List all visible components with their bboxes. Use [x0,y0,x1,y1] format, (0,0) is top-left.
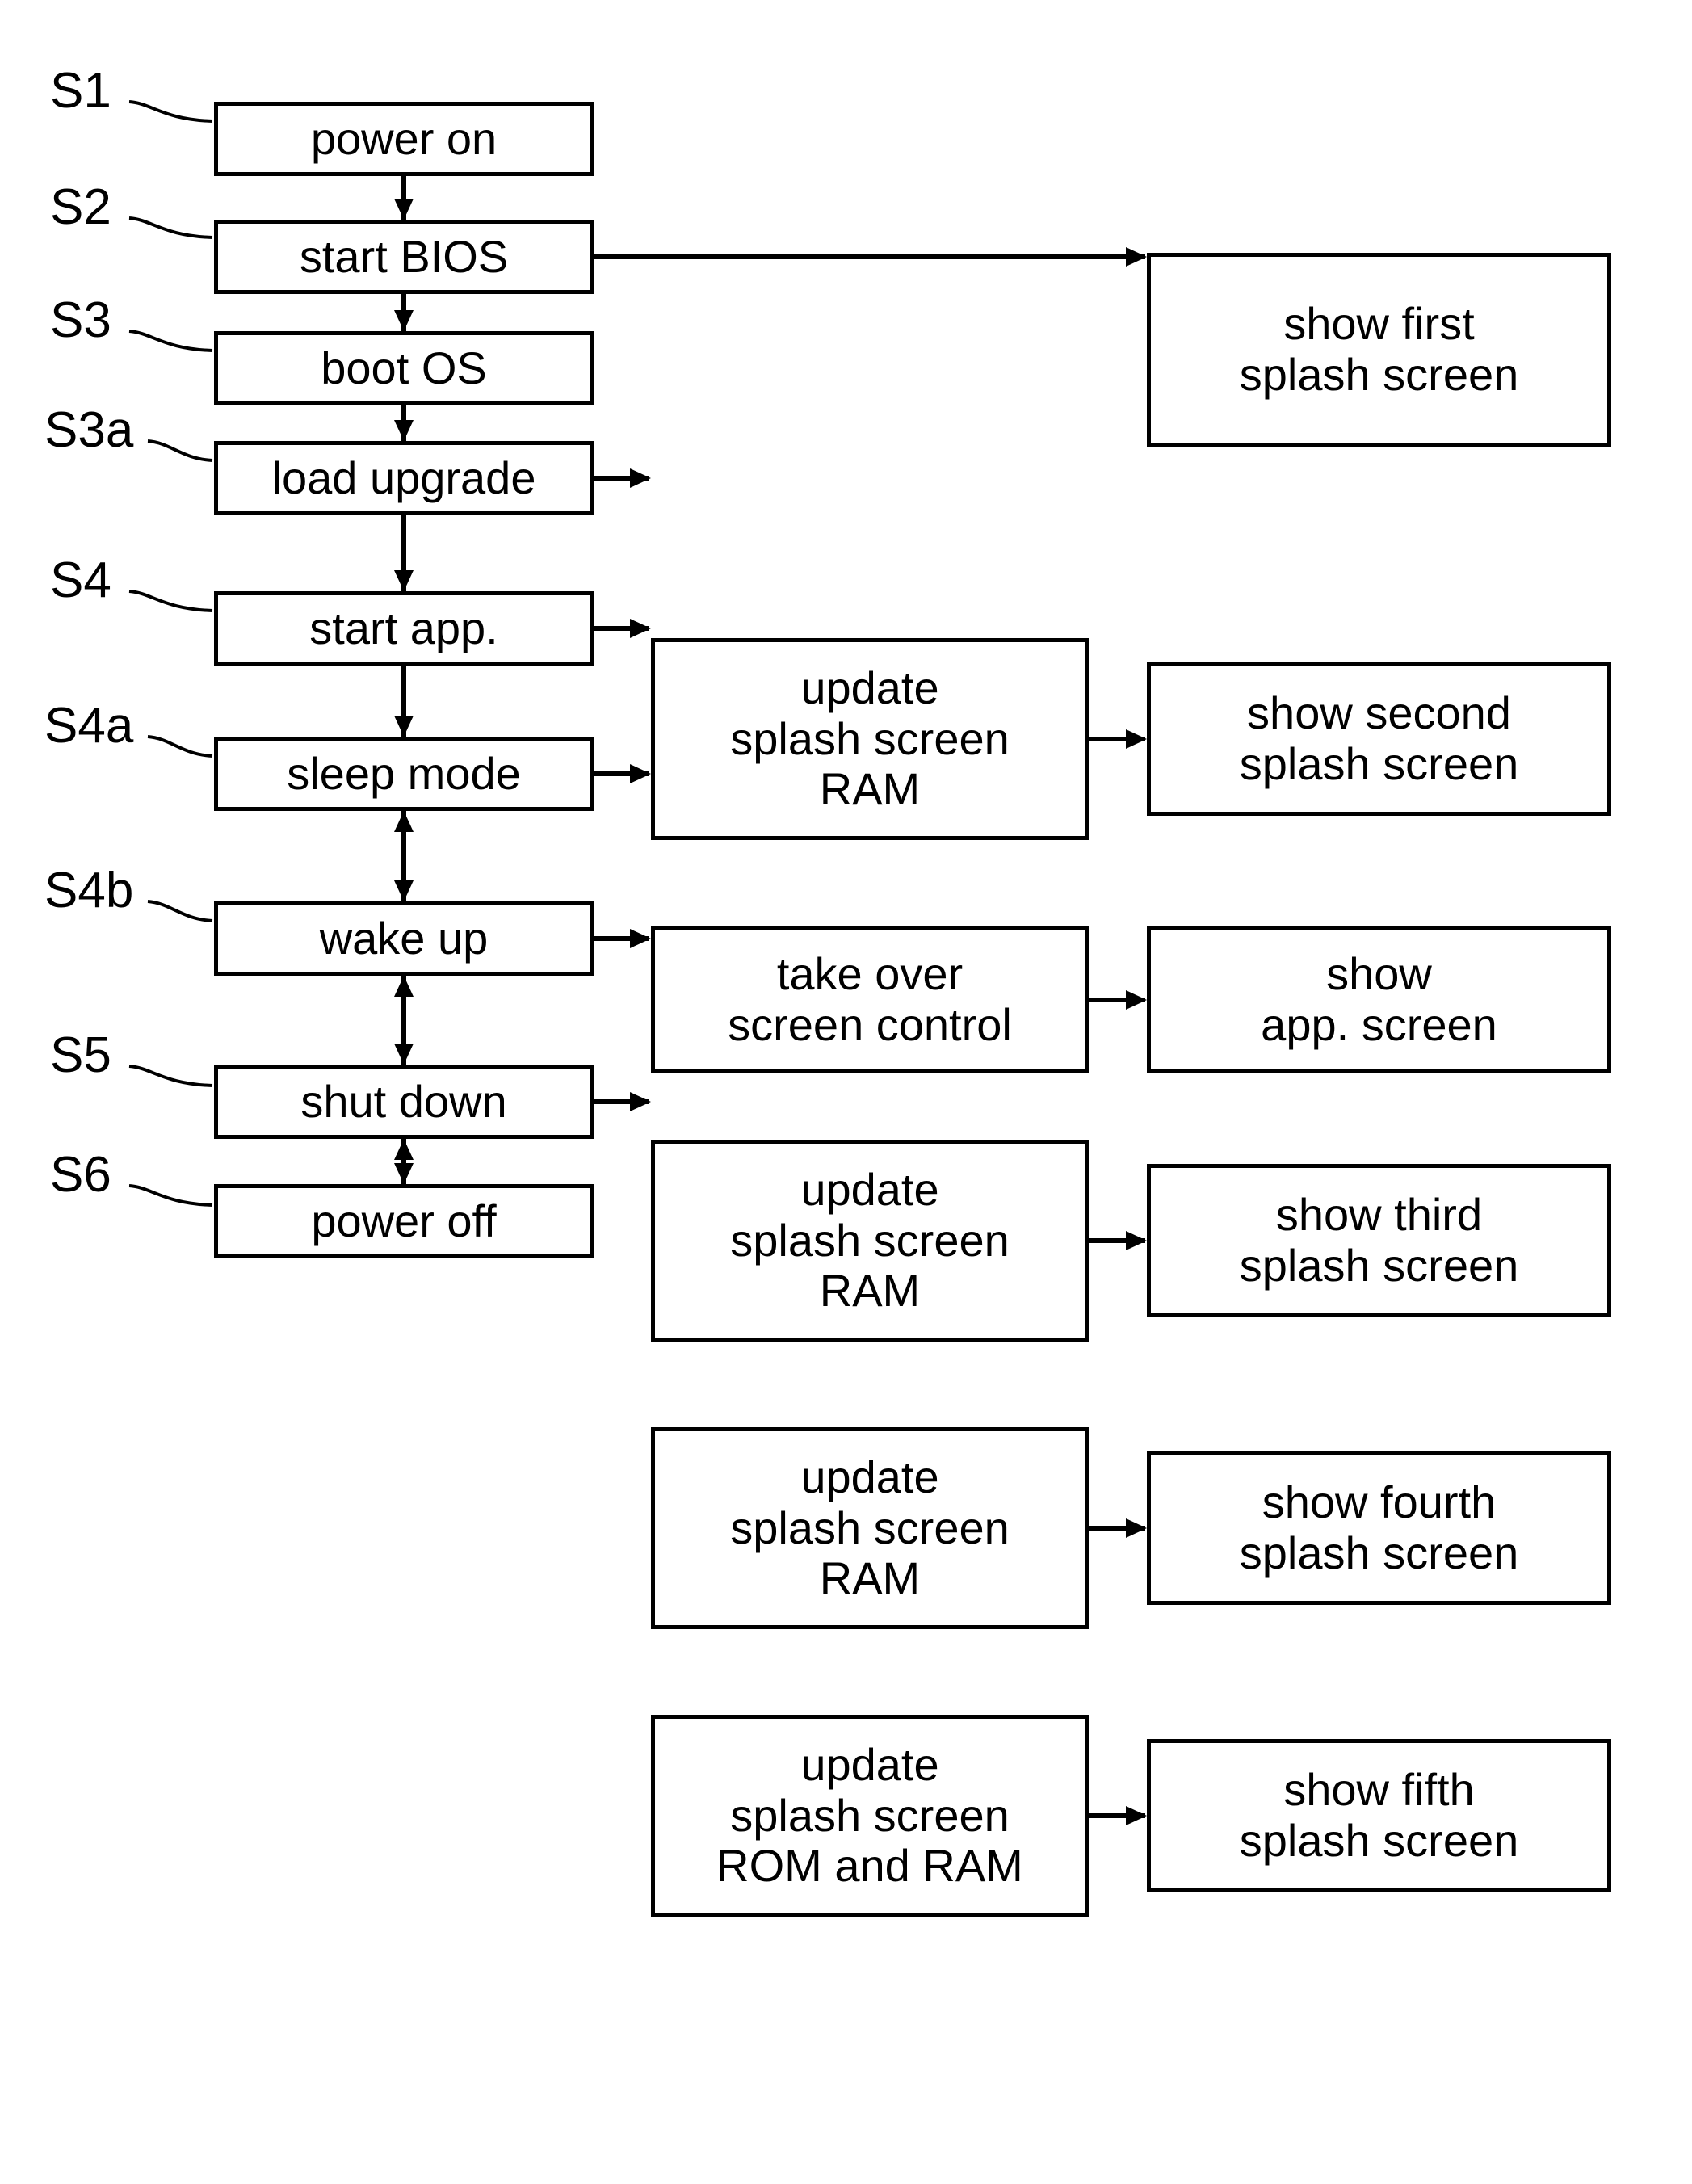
arrowhead-right [630,468,651,488]
step-label-s3: S3 [50,292,111,348]
node-show-fifth: show fifth splash screen [1147,1739,1611,1892]
arrowhead-right [1126,729,1147,749]
leader-line-s6 [128,1184,213,1207]
leader-line-s4a [147,735,213,758]
arrowhead-down [394,1044,414,1065]
step-label-s2: S2 [50,179,111,235]
node-show-second: show second splash screen [1147,662,1611,816]
node-shut-down: shut down [214,1065,594,1139]
arrowhead-right [1126,247,1147,267]
leader-line-s1 [128,100,213,123]
node-update-ram-s3a: update splash screen RAM [651,638,1089,840]
node-update-ram-s4a: update splash screen RAM [651,1140,1089,1342]
step-label-s4b: S4b [44,863,134,918]
leader-line-s3a [147,439,213,462]
leader-line-s4 [128,590,213,612]
arrowhead-right [630,619,651,638]
arrowhead-down [394,716,414,737]
arrowhead-down [394,310,414,331]
node-power-off: power off [214,1184,594,1258]
leader-line-s3 [128,330,213,352]
step-label-s4a: S4a [44,698,134,754]
arrowhead-down [394,420,414,441]
leader-line-s4b [147,900,213,922]
node-load-upgrade: load upgrade [214,441,594,515]
arrowhead-right [1126,1806,1147,1825]
node-show-first: show first splash screen [1147,253,1611,447]
arrowhead-down [394,880,414,901]
arrowhead-up [394,976,414,997]
arrowhead-right [630,1092,651,1111]
node-show-third: show third splash screen [1147,1164,1611,1317]
step-label-s3a: S3a [44,402,134,458]
leader-line-s5 [128,1065,213,1087]
node-update-ram-s4b: update splash screen RAM [651,1427,1089,1629]
node-update-rom-ram: update splash screen ROM and RAM [651,1715,1089,1917]
node-start-bios: start BIOS [214,220,594,294]
arrowhead-right [630,764,651,783]
arrowhead-right [1126,1231,1147,1250]
arrowhead-right [630,929,651,948]
step-label-s4: S4 [50,552,111,608]
arrowhead-up [394,1139,414,1160]
node-take-over: take over screen control [651,926,1089,1073]
node-power-on: power on [214,102,594,176]
node-show-app: show app. screen [1147,926,1611,1073]
arrowhead-down [394,570,414,591]
node-show-fourth: show fourth splash screen [1147,1451,1611,1605]
node-wake-up: wake up [214,901,594,976]
step-label-s6: S6 [50,1147,111,1203]
arrowhead-up [394,811,414,832]
step-label-s1: S1 [50,63,111,119]
node-start-app: start app. [214,591,594,666]
node-sleep-mode: sleep mode [214,737,594,811]
arrowhead-down [394,1163,414,1184]
arrowhead-right [1126,1518,1147,1538]
flowchart-canvas: power on start BIOS boot OS load upgrade sta… [0,0,1692,2184]
node-boot-os: boot OS [214,331,594,405]
arrowhead-down [394,199,414,220]
leader-line-s2 [128,216,213,239]
step-label-s5: S5 [50,1027,111,1083]
arrowhead-right [1126,990,1147,1010]
